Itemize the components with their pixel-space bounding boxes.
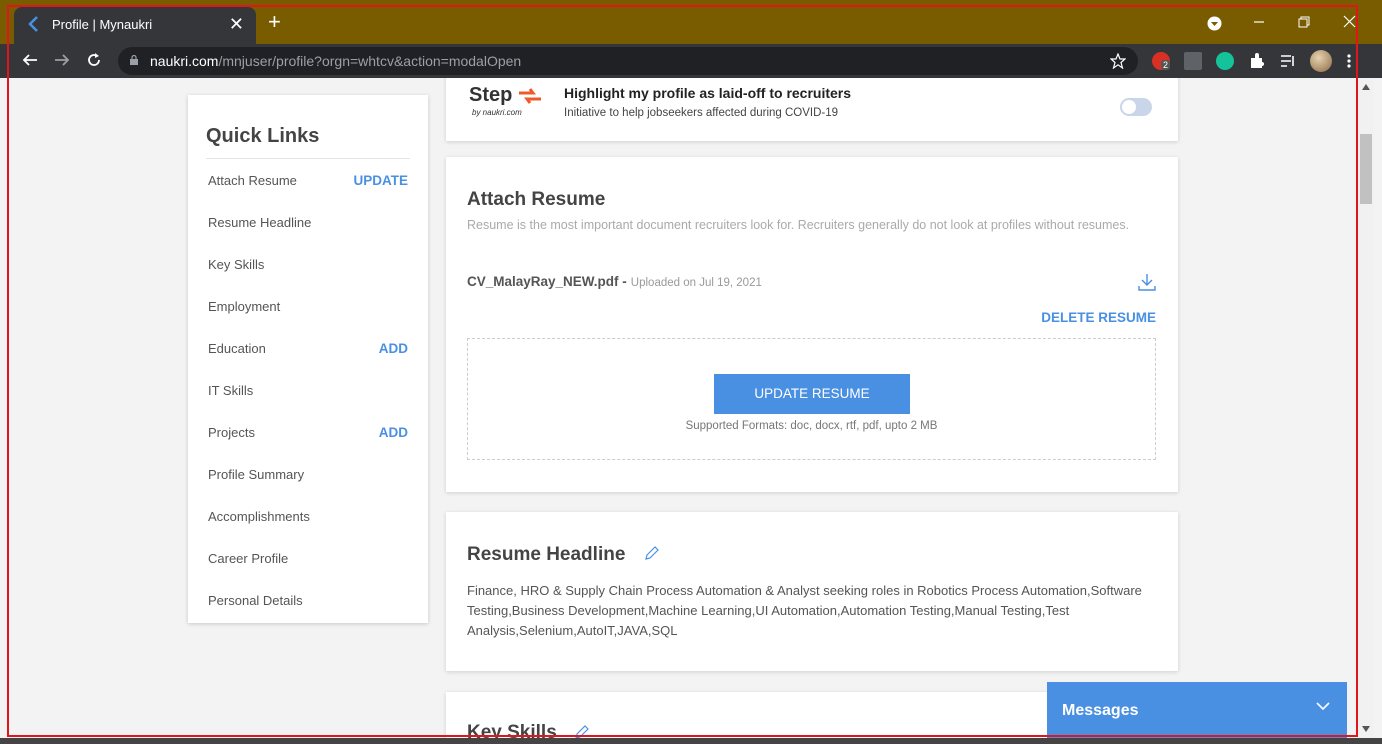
back-icon[interactable] xyxy=(22,52,38,68)
resume-uploaded-date: Uploaded on Jul 19, 2021 xyxy=(630,277,762,289)
key-skills-heading: Key Skills xyxy=(467,722,557,738)
quick-links-divider xyxy=(206,158,410,159)
quick-link-education[interactable]: Education ADD xyxy=(208,341,408,361)
page-viewport: Quick Links Attach Resume UPDATE Resume H… xyxy=(0,78,1358,738)
url-path: /mnjuser/profile?orgn=whtcv&action=modal… xyxy=(218,53,522,69)
quick-link-label: Resume Headline xyxy=(208,215,312,230)
minimize-icon[interactable] xyxy=(1253,16,1265,28)
title-bar: Profile | Mynaukri ✕ + xyxy=(0,0,1382,44)
scroll-down-icon[interactable] xyxy=(1362,726,1370,732)
quick-link-personal-details[interactable]: Personal Details xyxy=(208,593,408,613)
quick-link-label: Career Profile xyxy=(208,551,289,566)
window-close-icon[interactable] xyxy=(1343,15,1356,28)
stepup-logo-text: Step xyxy=(469,84,513,106)
resume-headline-card: Resume Headline Finance, HRO & Supply Ch… xyxy=(446,512,1178,671)
quick-link-label: Profile Summary xyxy=(208,467,305,482)
quick-link-label: Projects xyxy=(208,425,255,440)
messages-label: Messages xyxy=(1062,702,1139,719)
update-resume-button[interactable]: UPDATE RESUME xyxy=(714,374,910,414)
quick-links-panel: Quick Links Attach Resume UPDATE Resume H… xyxy=(188,95,428,623)
attach-resume-heading: Attach Resume xyxy=(467,189,606,210)
resume-dropzone[interactable]: UPDATE RESUME Supported Formats: doc, do… xyxy=(467,338,1156,460)
edit-pencil-icon[interactable] xyxy=(644,545,660,561)
add-education-link[interactable]: ADD xyxy=(379,341,408,356)
laid-off-card: Step by naukri.com Highlight my profile … xyxy=(446,78,1178,141)
address-bar[interactable]: naukri.com/mnjuser/profile?orgn=whtcv&ac… xyxy=(118,47,1138,75)
quick-link-projects[interactable]: Projects ADD xyxy=(208,425,408,445)
url-text: naukri.com/mnjuser/profile?orgn=whtcv&ac… xyxy=(150,53,521,69)
stepup-logo-sub: by naukri.com xyxy=(472,108,522,117)
extension-badge: 2 xyxy=(1161,60,1171,70)
quick-link-label: Employment xyxy=(208,299,281,314)
profile-menu-icon[interactable] xyxy=(1207,16,1222,31)
naukri-favicon-icon xyxy=(28,16,38,32)
laid-off-subtitle: Initiative to help jobseekers affected d… xyxy=(564,107,839,119)
quick-link-employment[interactable]: Employment xyxy=(208,299,408,319)
quick-link-profile-summary[interactable]: Profile Summary xyxy=(208,467,408,487)
quick-links-title: Quick Links xyxy=(206,125,320,147)
tab-close-icon[interactable]: ✕ xyxy=(229,14,244,35)
quick-link-label: Personal Details xyxy=(208,593,303,608)
stepup-arrows-icon xyxy=(519,88,541,104)
attach-resume-description: Resume is the most important document re… xyxy=(467,218,1130,232)
extensions-icon[interactable] xyxy=(1248,52,1266,70)
delete-resume-button[interactable]: DELETE RESUME xyxy=(1041,310,1156,325)
quick-link-it-skills[interactable]: IT Skills xyxy=(208,383,408,403)
resume-file-name: CV_MalayRay_NEW.pdf - xyxy=(467,274,627,289)
toggle-knob xyxy=(1122,100,1136,114)
quick-link-label: Education xyxy=(208,341,266,356)
taskbar-edge xyxy=(0,738,1382,744)
avatar[interactable] xyxy=(1310,50,1332,72)
edit-pencil-icon[interactable] xyxy=(574,724,590,738)
grammarly-icon[interactable] xyxy=(1216,52,1234,70)
resume-file: CV_MalayRay_NEW.pdf - Uploaded on Jul 19,… xyxy=(467,274,762,289)
quick-link-label: Accomplishments xyxy=(208,509,310,524)
reading-list-icon[interactable] xyxy=(1279,52,1297,70)
restore-icon[interactable] xyxy=(1298,16,1310,28)
quick-link-attach-resume[interactable]: Attach Resume UPDATE xyxy=(208,173,408,193)
quick-link-label: Attach Resume xyxy=(208,173,297,188)
resume-headline-text: Finance, HRO & Supply Chain Process Auto… xyxy=(467,583,1142,638)
vertical-scrollbar[interactable] xyxy=(1358,78,1374,738)
tab-title: Profile | Mynaukri xyxy=(52,17,153,32)
menu-icon[interactable] xyxy=(1346,52,1352,70)
quick-link-career-profile[interactable]: Career Profile xyxy=(208,551,408,571)
quick-link-key-skills[interactable]: Key Skills xyxy=(208,257,408,277)
browser-tab[interactable]: Profile | Mynaukri ✕ xyxy=(14,7,256,44)
extension-icon-grid[interactable] xyxy=(1184,52,1202,70)
toolbar: naukri.com/mnjuser/profile?orgn=whtcv&ac… xyxy=(0,44,1382,78)
supported-formats: Supported Formats: doc, docx, rtf, pdf, … xyxy=(685,420,938,432)
resume-headline-heading: Resume Headline xyxy=(467,544,626,565)
lock-icon xyxy=(130,55,138,65)
bookmark-star-icon[interactable] xyxy=(1110,53,1126,69)
quick-link-accomplishments[interactable]: Accomplishments xyxy=(208,509,408,529)
add-projects-link[interactable]: ADD xyxy=(379,425,408,440)
messages-widget[interactable]: Messages xyxy=(1047,682,1347,738)
extension-icon-adblock[interactable]: 2 xyxy=(1152,52,1171,70)
quick-link-resume-headline[interactable]: Resume Headline xyxy=(208,215,408,235)
chevron-down-icon[interactable] xyxy=(1315,698,1331,714)
url-host: naukri.com xyxy=(150,53,219,69)
download-icon[interactable] xyxy=(1137,272,1157,292)
stepup-logo: Step by naukri.com xyxy=(469,84,549,117)
reload-icon[interactable] xyxy=(86,52,102,68)
new-tab-button[interactable]: + xyxy=(268,11,281,33)
browser-window: Profile | Mynaukri ✕ + naukri.com/mnjuse… xyxy=(0,0,1382,744)
quick-link-label: Key Skills xyxy=(208,257,265,272)
scroll-up-icon[interactable] xyxy=(1362,84,1370,90)
scrollbar-thumb[interactable] xyxy=(1360,134,1372,204)
quick-link-label: IT Skills xyxy=(208,383,254,398)
laid-off-toggle[interactable] xyxy=(1120,98,1152,116)
laid-off-title: Highlight my profile as laid-off to recr… xyxy=(564,85,852,101)
update-link[interactable]: UPDATE xyxy=(353,173,408,188)
attach-resume-card: Attach Resume Resume is the most importa… xyxy=(446,157,1178,492)
forward-icon[interactable] xyxy=(54,52,70,68)
